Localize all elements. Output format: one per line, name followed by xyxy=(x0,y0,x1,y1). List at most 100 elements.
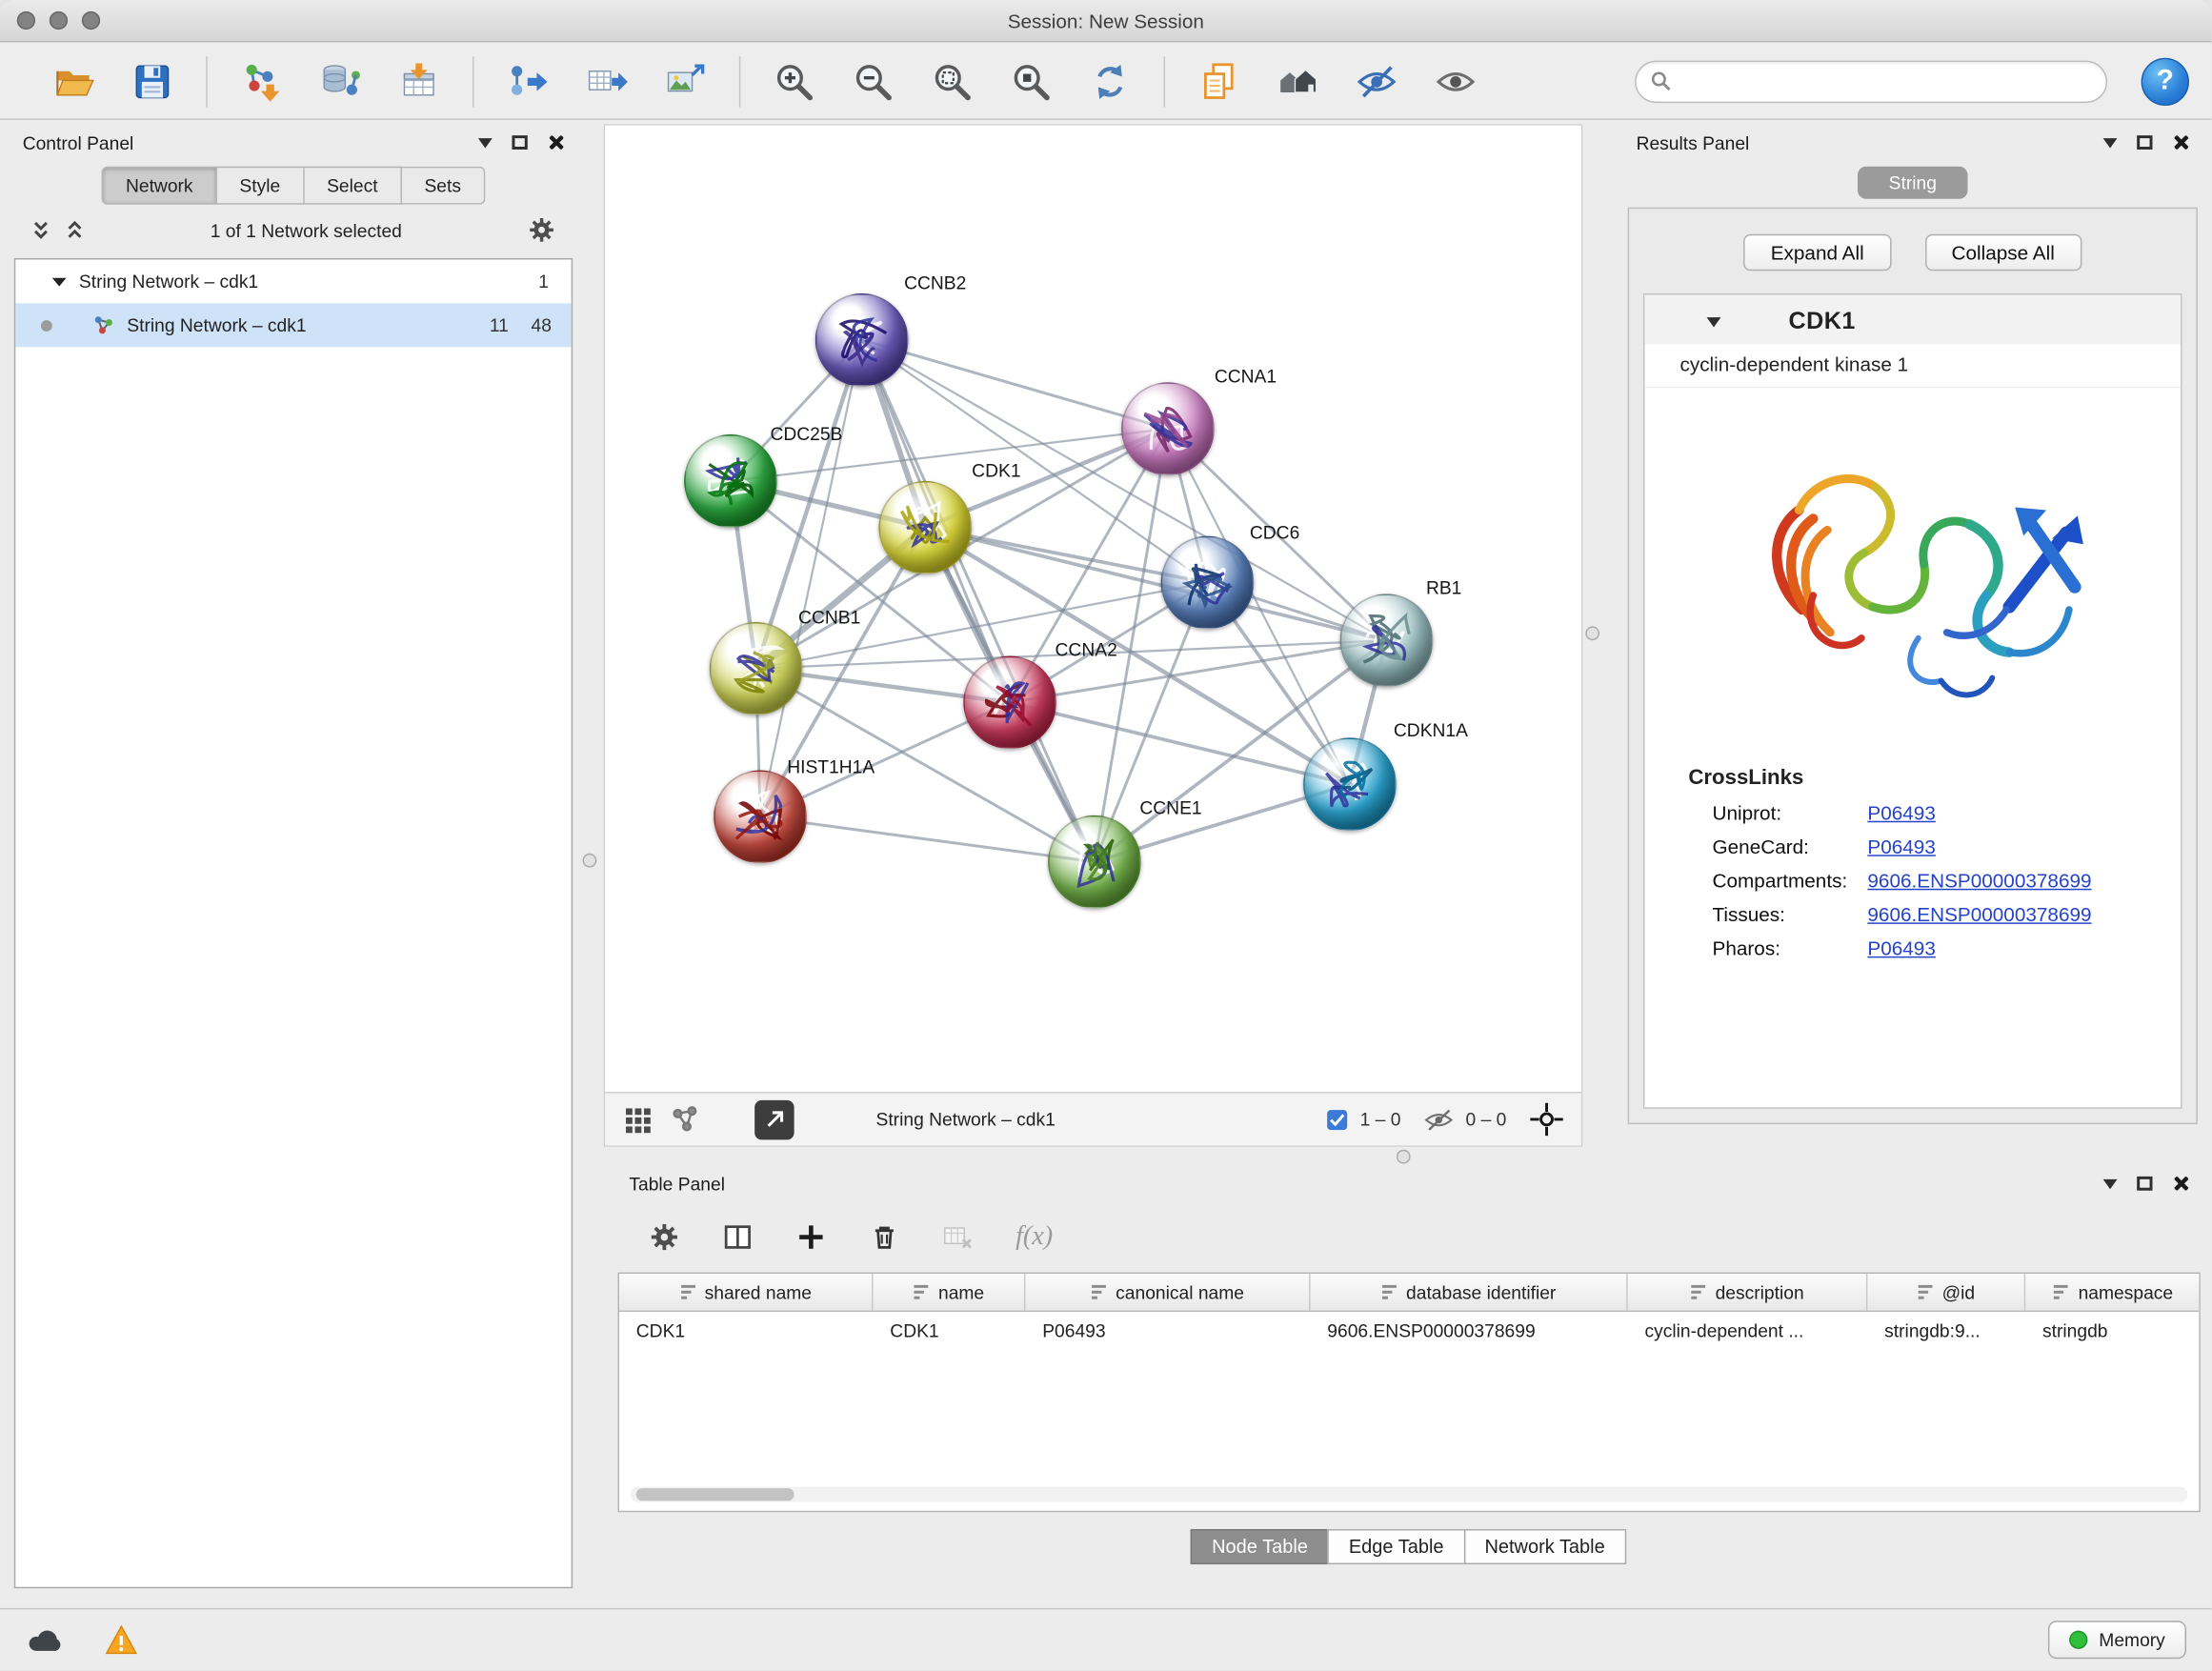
column-header-description[interactable]: description xyxy=(1628,1274,1868,1310)
splitter-handle[interactable] xyxy=(583,854,597,868)
import-network-file-button[interactable] xyxy=(232,51,289,111)
panel-menu-icon[interactable] xyxy=(2103,137,2118,147)
application-window: Session: New Session ? Control Panel xyxy=(0,0,2212,1670)
close-panel-icon[interactable] xyxy=(2172,1175,2189,1192)
search-box[interactable] xyxy=(1635,60,2107,102)
network-edge[interactable] xyxy=(760,816,1095,861)
column-header-name[interactable]: name xyxy=(874,1274,1026,1310)
import-network-database-button[interactable] xyxy=(312,51,368,111)
expand-all-button[interactable]: Expand All xyxy=(1744,234,1891,271)
network-node-cdkn1a[interactable] xyxy=(1303,737,1397,831)
collapse-all-icon[interactable] xyxy=(31,220,51,240)
splitter-handle[interactable] xyxy=(1397,1150,1411,1164)
float-panel-icon[interactable] xyxy=(512,135,527,150)
tab-sets[interactable]: Sets xyxy=(402,167,485,205)
refresh-icon xyxy=(1089,60,1131,102)
tab-node-table[interactable]: Node Table xyxy=(1191,1529,1329,1564)
crosslink-link-pharos[interactable]: P06493 xyxy=(1867,936,1935,959)
detach-view-button[interactable] xyxy=(754,1099,794,1138)
zoom-fit-button[interactable] xyxy=(924,51,980,111)
export-image-button[interactable] xyxy=(657,51,714,111)
column-header-canonical-name[interactable]: canonical name xyxy=(1025,1274,1310,1310)
network-node-cdc6[interactable] xyxy=(1161,536,1255,630)
crosshair-move-icon[interactable] xyxy=(1529,1101,1564,1137)
delete-column-icon[interactable] xyxy=(869,1221,900,1253)
splitter-handle[interactable] xyxy=(1585,626,1599,640)
gear-icon[interactable] xyxy=(528,216,556,245)
help-button[interactable]: ? xyxy=(2142,57,2189,105)
collapse-section-icon[interactable] xyxy=(1707,316,1721,326)
collapse-all-button[interactable]: Collapse All xyxy=(1924,234,2081,271)
network-node-rb1[interactable] xyxy=(1340,594,1434,687)
gear-icon[interactable] xyxy=(649,1221,680,1253)
protein-name: CDK1 xyxy=(1788,308,1855,336)
network-node-ccne1[interactable] xyxy=(1048,815,1141,909)
zoom-out-button[interactable] xyxy=(845,51,901,111)
close-panel-icon[interactable] xyxy=(2172,134,2189,151)
scrollbar-thumb[interactable] xyxy=(636,1488,794,1500)
search-input[interactable] xyxy=(1679,70,2091,91)
grid-view-icon[interactable] xyxy=(622,1104,654,1136)
zoom-selected-button[interactable] xyxy=(1003,51,1059,111)
zoom-out-icon xyxy=(852,60,894,102)
protein-structure-thumbnail xyxy=(1167,542,1249,624)
network-node-ccna1[interactable] xyxy=(1121,382,1215,475)
crosslink-link-compartments[interactable]: 9606.ENSP00000378699 xyxy=(1867,869,2091,892)
column-header-id[interactable]: @id xyxy=(1867,1274,2025,1310)
network-row[interactable]: String Network – cdk1 11 48 xyxy=(15,303,571,347)
refresh-view-button[interactable] xyxy=(1082,51,1138,111)
float-panel-icon[interactable] xyxy=(2137,135,2152,150)
birdseye-view-icon[interactable] xyxy=(670,1104,701,1136)
cloud-icon[interactable] xyxy=(26,1624,68,1656)
memory-button[interactable]: Memory xyxy=(2048,1621,2186,1659)
tab-network[interactable]: Network xyxy=(102,167,217,205)
import-table-button[interactable] xyxy=(391,51,447,111)
network-node-ccnb2[interactable] xyxy=(815,293,909,387)
new-network-from-selection-button[interactable] xyxy=(499,51,555,111)
network-node-ccna2[interactable] xyxy=(963,656,1056,750)
import-table-icon xyxy=(398,60,440,102)
tab-style[interactable]: Style xyxy=(217,167,305,205)
network-node-cdk1[interactable] xyxy=(878,481,972,574)
table-row[interactable]: CDK1 CDK1 P06493 9606.ENSP00000378699 cy… xyxy=(619,1312,2199,1350)
disclosure-triangle-icon[interactable] xyxy=(52,277,67,286)
column-header-shared-name[interactable]: shared name xyxy=(619,1274,874,1310)
network-edge[interactable] xyxy=(862,340,1168,429)
cell-id: stringdb:9... xyxy=(1867,1312,2025,1350)
hide-selected-button[interactable] xyxy=(1349,51,1405,111)
network-collection-row[interactable]: String Network – cdk1 1 xyxy=(15,259,571,303)
column-header-namespace[interactable]: namespace xyxy=(2025,1274,2201,1310)
close-panel-icon[interactable] xyxy=(547,134,564,151)
float-panel-icon[interactable] xyxy=(2137,1177,2152,1191)
zoom-in-button[interactable] xyxy=(766,51,822,111)
save-session-button[interactable] xyxy=(124,51,180,111)
column-header-database-identifier[interactable]: database identifier xyxy=(1311,1274,1628,1310)
crosslink-link-uniprot[interactable]: P06493 xyxy=(1867,801,1935,824)
export-table-button[interactable] xyxy=(578,51,634,111)
tab-string[interactable]: String xyxy=(1858,167,1967,199)
add-column-icon[interactable] xyxy=(795,1221,827,1253)
expand-all-icon[interactable] xyxy=(65,220,85,240)
tab-edge-table[interactable]: Edge Table xyxy=(1328,1529,1465,1564)
warning-icon[interactable] xyxy=(105,1625,139,1655)
network-node-cdc25b[interactable] xyxy=(684,434,777,528)
birdseye-home-button[interactable] xyxy=(1270,51,1326,111)
tab-select[interactable]: Select xyxy=(304,167,401,205)
network-edge[interactable] xyxy=(760,340,862,816)
panel-menu-icon[interactable] xyxy=(2103,1178,2118,1188)
status-bar: Memory xyxy=(0,1608,2212,1670)
crosslink-link-tissues[interactable]: 9606.ENSP00000378699 xyxy=(1867,903,2091,926)
tab-network-table[interactable]: Network Table xyxy=(1463,1529,1626,1564)
crosslink-link-genecard[interactable]: P06493 xyxy=(1867,836,1935,858)
panel-menu-icon[interactable] xyxy=(478,137,493,147)
network-node-hist1h1a[interactable] xyxy=(714,770,807,863)
hidden-eye-slash-icon[interactable] xyxy=(1423,1107,1455,1133)
copy-button[interactable] xyxy=(1191,51,1247,111)
network-node-ccnb1[interactable] xyxy=(710,622,803,715)
show-all-button[interactable] xyxy=(1427,51,1483,111)
open-session-button[interactable] xyxy=(45,51,101,111)
show-columns-icon[interactable] xyxy=(722,1221,754,1253)
network-edge[interactable] xyxy=(862,340,1095,862)
network-canvas[interactable]: CCNB2CCNA1CDC25BCDK1CDC6RB1CCNB1CCNA2CDK… xyxy=(605,126,1581,1092)
selected-checkbox-icon[interactable] xyxy=(1326,1108,1349,1131)
